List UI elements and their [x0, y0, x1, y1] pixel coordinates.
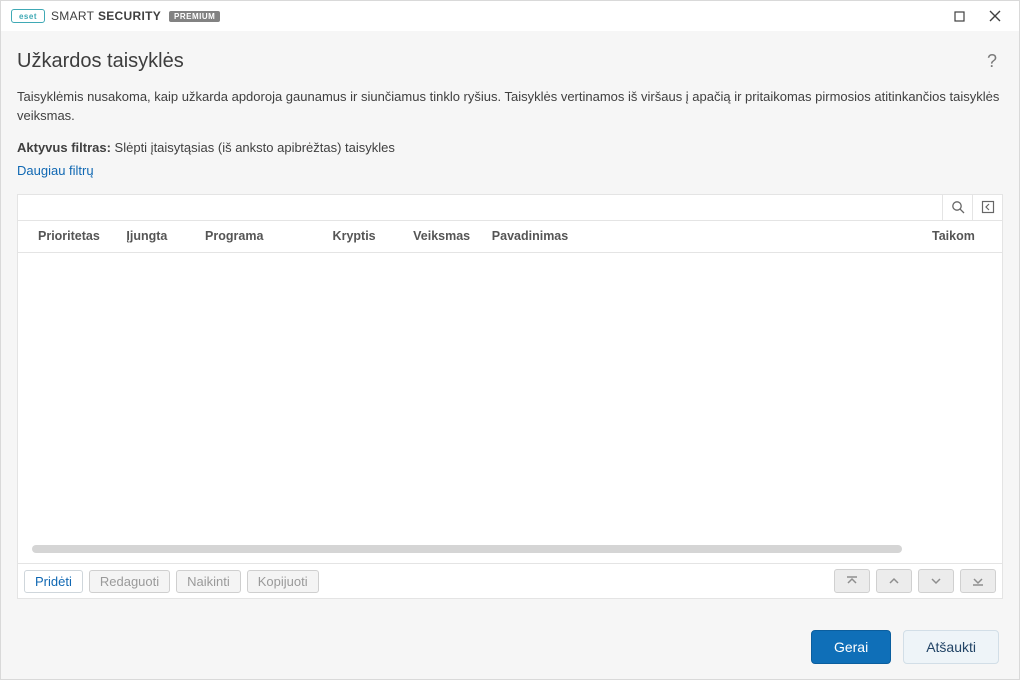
add-button[interactable]: Pridėti [24, 570, 83, 593]
col-action[interactable]: Veiksmas [403, 229, 482, 243]
table-body [18, 253, 1002, 563]
header-row: Užkardos taisyklės ? [17, 49, 1003, 74]
rules-table: Prioritetas Įjungta Programa Kryptis Vei… [17, 194, 1003, 564]
move-up-button [876, 569, 912, 593]
brand-name-bold: SECURITY [98, 9, 161, 23]
window: eset SMART SECURITY PREMIUM Užkardos tai… [0, 0, 1020, 680]
brand-logo: eset [11, 9, 45, 23]
delete-button: Naikinti [176, 570, 241, 593]
help-icon[interactable]: ? [981, 49, 1003, 74]
spacer [17, 599, 1003, 615]
table-header: Prioritetas Įjungta Programa Kryptis Vei… [18, 221, 1002, 253]
brand-badge: PREMIUM [169, 11, 220, 22]
copy-button: Kopijuoti [247, 570, 319, 593]
col-enabled[interactable]: Įjungta [116, 229, 195, 243]
window-close-button[interactable] [977, 2, 1013, 30]
move-down-button [918, 569, 954, 593]
search-icon[interactable] [942, 195, 972, 220]
titlebar: eset SMART SECURITY PREMIUM [1, 1, 1019, 31]
col-target[interactable]: Taikom [922, 229, 1002, 243]
edit-button: Redaguoti [89, 570, 170, 593]
col-priority[interactable]: Prioritetas [18, 229, 116, 243]
content: Užkardos taisyklės ? Taisyklėmis nusakom… [1, 31, 1019, 615]
page-title: Užkardos taisyklės [17, 50, 981, 73]
col-direction[interactable]: Kryptis [323, 229, 404, 243]
active-filter-label: Aktyvus filtras: [17, 140, 111, 155]
table-action-bar: Pridėti Redaguoti Naikinti Kopijuoti [17, 564, 1003, 599]
ok-button[interactable]: Gerai [811, 630, 891, 664]
brand-name-light: SMART [51, 9, 94, 23]
dialog-footer: Gerai Atšaukti [1, 615, 1019, 679]
move-top-button [834, 569, 870, 593]
cancel-button[interactable]: Atšaukti [903, 630, 999, 664]
more-filters-link[interactable]: Daugiau filtrų [17, 163, 1003, 178]
page-description: Taisyklėmis nusakoma, kaip užkarda apdor… [17, 88, 1003, 126]
horizontal-scrollbar[interactable] [32, 545, 902, 553]
window-maximize-button[interactable] [941, 2, 977, 30]
active-filter: Aktyvus filtras: Slėpti įtaisytąsias (iš… [17, 140, 1003, 155]
col-name[interactable]: Pavadinimas [482, 229, 922, 243]
expand-panel-icon[interactable] [972, 195, 1002, 220]
col-program[interactable]: Programa [195, 229, 323, 243]
brand: eset SMART SECURITY PREMIUM [11, 9, 220, 23]
brand-name: SMART SECURITY [51, 9, 161, 23]
active-filter-value: Slėpti įtaisytąsias (iš anksto apibrėžta… [115, 140, 395, 155]
table-toolbar [18, 195, 1002, 221]
move-bottom-button [960, 569, 996, 593]
